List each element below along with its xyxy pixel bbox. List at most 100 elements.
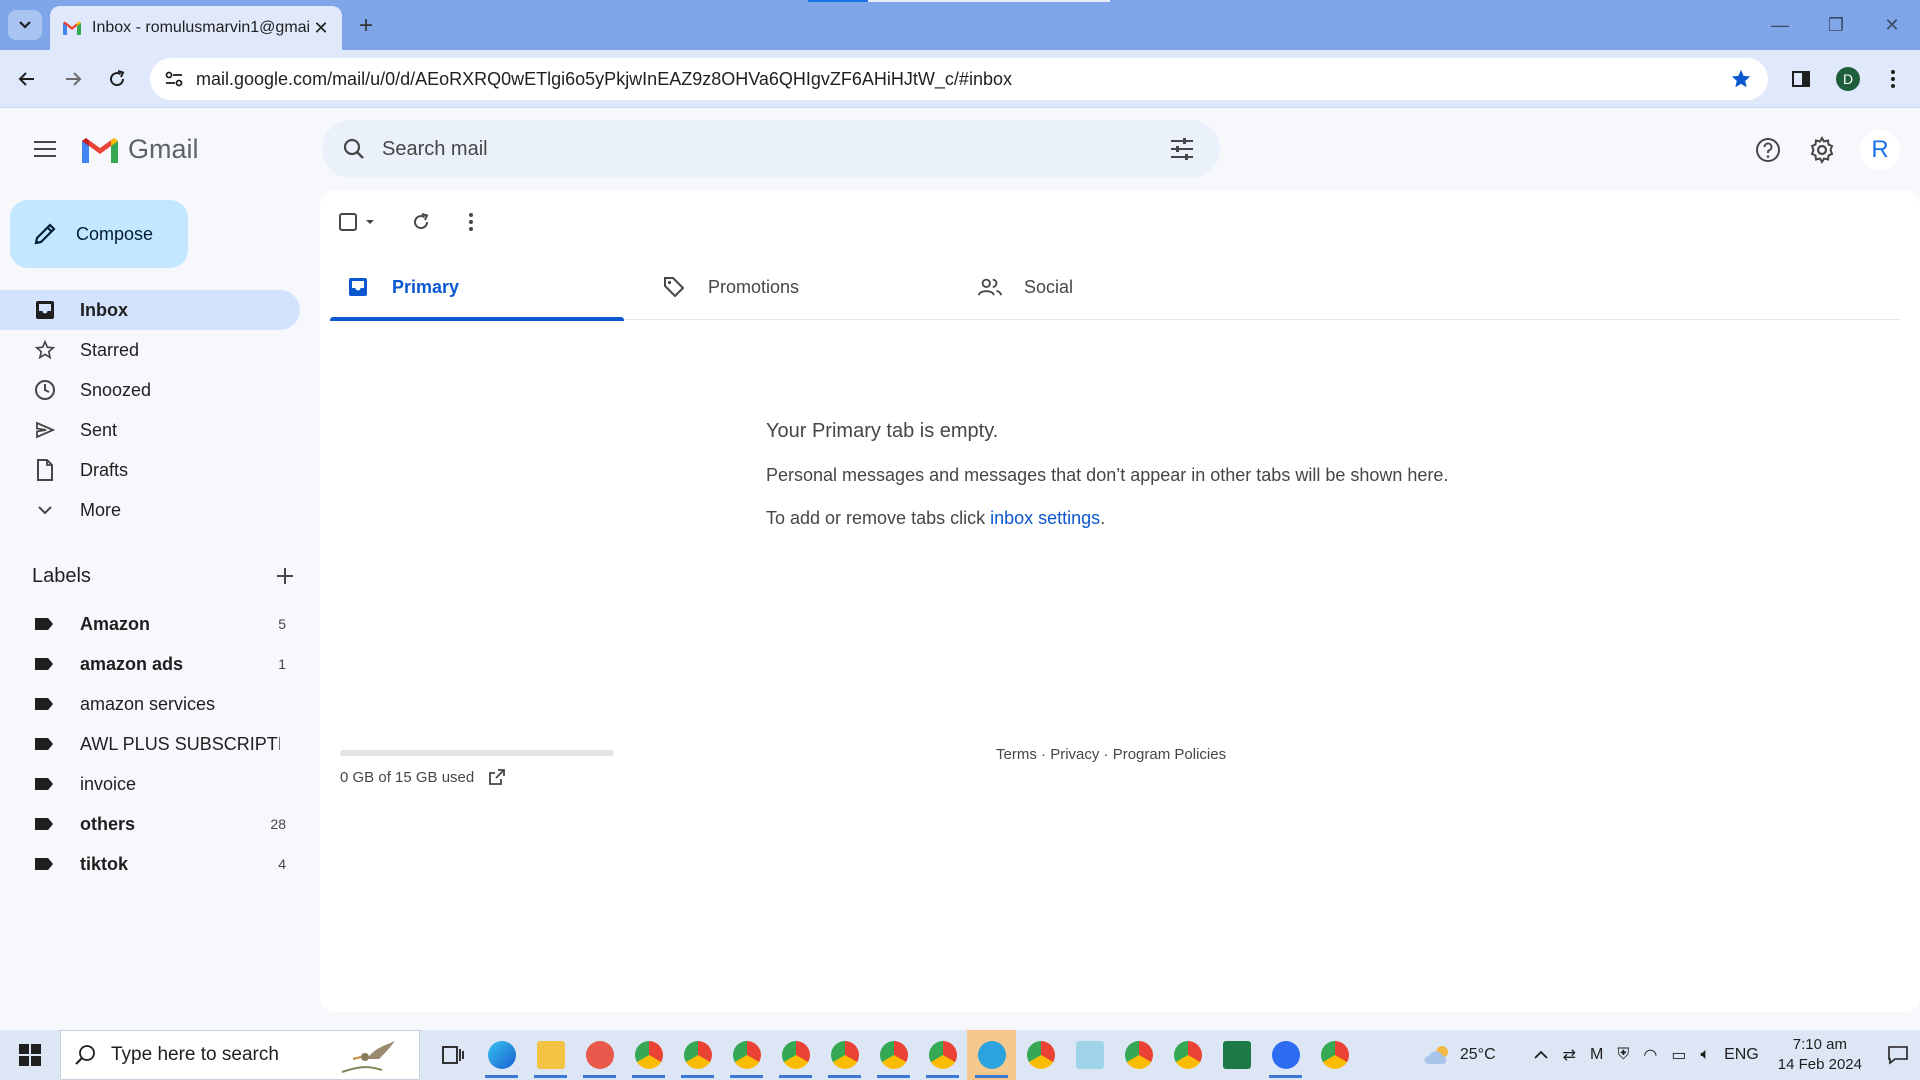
search-button[interactable]: [326, 137, 382, 161]
mail-panel: Primary Promotions Social Your Primary t…: [320, 190, 1920, 1012]
refresh-button[interactable]: [396, 202, 446, 242]
chrome-profile-3[interactable]: [722, 1030, 771, 1080]
support-button[interactable]: [1746, 128, 1790, 172]
taskbar-clock[interactable]: 7:10 am 14 Feb 2024: [1778, 1035, 1862, 1075]
browser-tab-inbox[interactable]: Inbox - romulusmarvin1@gmail ✕: [50, 6, 342, 50]
search-icon: [343, 138, 364, 159]
chrome-profile-1[interactable]: [624, 1030, 673, 1080]
tray-battery-icon[interactable]: ▭: [1671, 1045, 1686, 1065]
tab-search-button[interactable]: [8, 10, 42, 40]
label-item-tiktok[interactable]: tiktok 4: [0, 844, 300, 884]
chrome-profile-8[interactable]: [1016, 1030, 1065, 1080]
browser-menu-button[interactable]: [1876, 62, 1910, 96]
close-window-button[interactable]: ✕: [1864, 0, 1920, 50]
snipping-tool-app[interactable]: [575, 1030, 624, 1080]
chevron-down-icon: [19, 21, 31, 29]
label-tag-icon: [35, 778, 53, 790]
notepad-app[interactable]: [1065, 1030, 1114, 1080]
start-button[interactable]: [0, 1030, 60, 1080]
inbox-settings-link[interactable]: inbox settings: [990, 508, 1100, 528]
terms-link[interactable]: Terms: [996, 746, 1037, 763]
forward-button[interactable]: [56, 62, 90, 96]
new-tab-button[interactable]: +: [352, 12, 380, 40]
sidebar-item-inbox[interactable]: Inbox: [0, 290, 300, 330]
edge-app[interactable]: [477, 1030, 526, 1080]
excel-app[interactable]: [1212, 1030, 1261, 1080]
telegram-app[interactable]: [967, 1030, 1016, 1080]
label-item-amazon-ads[interactable]: amazon ads 1: [0, 644, 300, 684]
tab-promotions[interactable]: Promotions: [646, 254, 962, 320]
open-external-icon[interactable]: [488, 768, 506, 786]
sidebar-item-sent[interactable]: Sent: [0, 410, 300, 450]
tab-primary[interactable]: Primary: [330, 254, 646, 321]
restore-button[interactable]: ❐: [1808, 0, 1864, 50]
chrome-profile-10[interactable]: [1163, 1030, 1212, 1080]
chrome-profile-5[interactable]: [820, 1030, 869, 1080]
sidebar-item-label: More: [80, 499, 122, 520]
search-icon: [75, 1045, 95, 1065]
sidebar-item-drafts[interactable]: Drafts: [0, 450, 300, 490]
sidebar-item-starred[interactable]: Starred: [0, 330, 300, 370]
zoom-app[interactable]: [1261, 1030, 1310, 1080]
search-bar[interactable]: Search mail: [322, 120, 1220, 178]
sidebar-item-more[interactable]: More: [0, 490, 300, 530]
label-count: 1: [278, 656, 286, 672]
tray-wifi-icon[interactable]: ◠: [1643, 1045, 1657, 1065]
reload-button[interactable]: [100, 62, 134, 96]
gmail-favicon-icon: [63, 21, 81, 35]
browser-profile-button[interactable]: D: [1831, 62, 1865, 96]
chrome-profile-4[interactable]: [771, 1030, 820, 1080]
chrome-profile-2[interactable]: [673, 1030, 722, 1080]
back-button[interactable]: [10, 62, 44, 96]
notification-center-button[interactable]: [1876, 1030, 1920, 1080]
privacy-link[interactable]: Privacy: [1050, 746, 1099, 763]
label-name: AWL PLUS SUBSCRIPTI...: [80, 733, 280, 754]
address-bar[interactable]: mail.google.com/mail/u/0/d/AEoRXRQ0wETlg…: [150, 58, 1768, 100]
tray-sync-icon[interactable]: ⇄: [1563, 1045, 1576, 1065]
chrome-profile-6[interactable]: [869, 1030, 918, 1080]
select-checkbox[interactable]: [332, 202, 382, 242]
sidebar-item-snoozed[interactable]: Snoozed: [0, 370, 300, 410]
file-explorer-app[interactable]: [526, 1030, 575, 1080]
chevron-up-icon: [1533, 1050, 1548, 1059]
label-item-amazon-services[interactable]: amazon services: [0, 684, 300, 724]
label-name: amazon ads: [80, 653, 184, 674]
taskbar-search[interactable]: Type here to search: [60, 1030, 420, 1080]
chrome-profile-7[interactable]: [918, 1030, 967, 1080]
chrome-profile-9[interactable]: [1114, 1030, 1163, 1080]
label-item-invoice[interactable]: invoice: [0, 764, 300, 804]
tray-gmail-icon[interactable]: M: [1590, 1046, 1603, 1064]
minimize-button[interactable]: —: [1752, 0, 1808, 50]
label-item-awl-plus[interactable]: AWL PLUS SUBSCRIPTI...: [0, 724, 300, 764]
tray-security-icon[interactable]: ⛨: [1617, 1046, 1629, 1064]
storage-bar: [340, 750, 614, 756]
label-item-amazon[interactable]: Amazon 5: [0, 604, 300, 644]
weather-widget[interactable]: 25°C: [1422, 1044, 1496, 1066]
program-policies-link[interactable]: Program Policies: [1113, 746, 1226, 763]
gmail-logo[interactable]: Gmail: [80, 134, 199, 165]
language-indicator[interactable]: ENG: [1724, 1046, 1759, 1064]
label-count: 5: [278, 616, 286, 632]
main-menu-button[interactable]: [26, 130, 64, 168]
site-info-button[interactable]: [154, 58, 194, 100]
chrome-icon: [1173, 1041, 1202, 1069]
compose-button[interactable]: Compose: [10, 200, 188, 268]
footer-links: Terms · Privacy · Program Policies: [996, 746, 1226, 763]
show-hidden-icons[interactable]: [1533, 1050, 1549, 1060]
side-panel-button[interactable]: [1784, 62, 1818, 96]
label-item-others[interactable]: others 28: [0, 804, 300, 844]
tray-volume-icon[interactable]: 🔈︎: [1700, 1046, 1710, 1064]
tab-social[interactable]: Social: [962, 254, 1278, 320]
more-actions-button[interactable]: [446, 202, 496, 242]
search-options-button[interactable]: [1154, 121, 1210, 177]
settings-button[interactable]: [1800, 128, 1844, 172]
add-label-icon[interactable]: [276, 567, 294, 585]
search-input[interactable]: Search mail: [382, 138, 1154, 161]
tab-close-icon[interactable]: ✕: [310, 17, 332, 39]
account-avatar[interactable]: R: [1860, 130, 1900, 170]
task-view-button[interactable]: [428, 1030, 477, 1080]
tune-icon: [165, 71, 183, 87]
bookmark-star-icon[interactable]: [1730, 68, 1752, 95]
sidebar-item-label: Starred: [80, 339, 140, 360]
chrome-app[interactable]: [1310, 1030, 1359, 1080]
